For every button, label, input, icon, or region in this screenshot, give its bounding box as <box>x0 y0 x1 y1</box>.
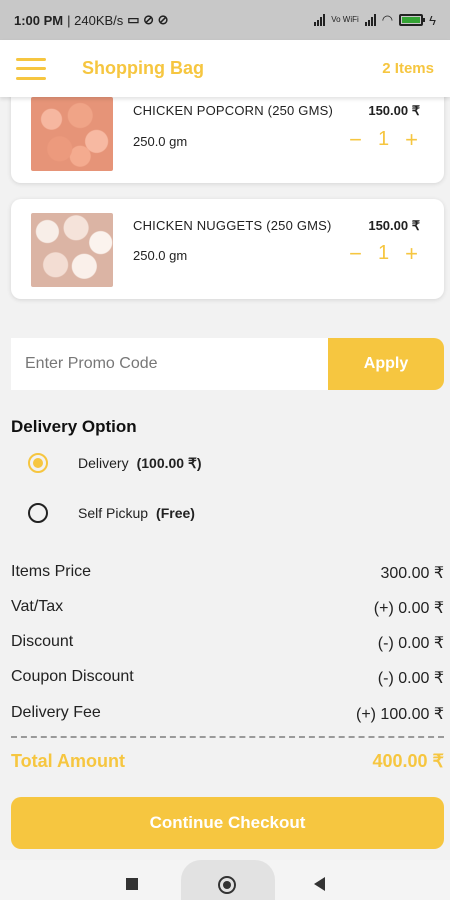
status-right: Vo WiFi ◠ ϟ <box>314 12 436 28</box>
increase-quantity-button[interactable]: + <box>405 128 418 151</box>
radio-selected-icon[interactable] <box>28 453 48 473</box>
product-image <box>31 97 113 171</box>
promo-code-section: Apply <box>11 338 444 390</box>
decrease-quantity-button[interactable]: − <box>349 242 362 265</box>
delivery-option-heading: Delivery Option <box>11 417 137 436</box>
delivery-option-self-pickup[interactable]: Self Pickup (Free) <box>28 503 195 523</box>
summary-value: (+) 0.00 ₹ <box>373 600 444 617</box>
home-icon[interactable] <box>218 876 236 894</box>
summary-value: (-) 0.00 ₹ <box>377 635 444 652</box>
product-name: CHICKEN NUGGETS (250 GMS) <box>133 218 332 233</box>
product-price: 150.00 ₹ <box>368 103 420 118</box>
charging-icon: ϟ <box>429 12 436 28</box>
promo-code-input[interactable] <box>11 338 328 390</box>
item-count: 2 Items <box>382 60 434 77</box>
cart-item-card: CHICKEN NUGGETS (250 GMS) 150.00 ₹ 250.0… <box>11 199 444 299</box>
summary-row-delivery-fee: Delivery Fee (+) 100.00 ₹ <box>11 704 444 724</box>
signal-icon <box>314 14 326 26</box>
summary-row-items-price: Items Price 300.00 ₹ <box>11 563 444 583</box>
summary-value: (+) 100.00 ₹ <box>355 706 444 723</box>
summary-row-discount: Discount (-) 0.00 ₹ <box>11 633 444 653</box>
system-nav-bar <box>0 860 450 900</box>
page-title: Shopping Bag <box>82 58 204 78</box>
total-value: 400.00 ₹ <box>372 751 444 771</box>
signal-icon-2 <box>364 14 376 26</box>
summary-label: Discount <box>11 633 74 650</box>
summary-value: 300.00 ₹ <box>380 565 444 582</box>
delivery-option-delivery[interactable]: Delivery (100.00 ₹) <box>28 453 202 473</box>
status-left: 1:00 PM | 240KB/s ▭ ⊘ ⊘ <box>14 12 169 28</box>
hamburger-menu-icon[interactable] <box>16 57 46 80</box>
quantity-stepper: − 1 + <box>349 128 418 151</box>
vowifi-label: Vo WiFi <box>331 15 359 24</box>
summary-label: Vat/Tax <box>11 598 64 615</box>
product-image <box>31 213 113 287</box>
product-price: 150.00 ₹ <box>368 218 420 233</box>
option-label: Self Pickup <box>78 505 149 521</box>
summary-label: Coupon Discount <box>11 668 134 685</box>
radio-unselected-icon[interactable] <box>28 503 48 523</box>
back-icon[interactable] <box>314 877 325 891</box>
product-name: CHICKEN POPCORN (250 GMS) <box>133 103 334 118</box>
total-label: Total Amount <box>11 751 125 771</box>
continue-checkout-button[interactable]: Continue Checkout <box>11 797 444 849</box>
summary-row-vat: Vat/Tax (+) 0.00 ₹ <box>11 598 444 618</box>
option-label: Delivery <box>78 455 129 471</box>
status-bar: 1:00 PM | 240KB/s ▭ ⊘ ⊘ Vo WiFi ◠ ϟ <box>0 0 450 40</box>
product-weight: 250.0 gm <box>133 248 188 263</box>
summary-label: Items Price <box>11 563 92 580</box>
quantity-value: 1 <box>378 242 390 264</box>
status-speed: | 240KB/s <box>67 12 124 28</box>
summary-value: (-) 0.00 ₹ <box>377 670 444 687</box>
wifi-icon: ◠ <box>381 12 394 27</box>
status-time: 1:00 PM <box>14 12 64 28</box>
summary-row-coupon-discount: Coupon Discount (-) 0.00 ₹ <box>11 668 444 688</box>
notification-icons: ▭ ⊘ ⊘ <box>127 12 169 27</box>
option-fee: (100.00 ₹) <box>136 454 202 471</box>
option-fee: (Free) <box>156 505 195 521</box>
summary-label: Delivery Fee <box>11 704 101 721</box>
total-amount-row: Total Amount 400.00 ₹ <box>11 751 444 772</box>
increase-quantity-button[interactable]: + <box>405 242 418 265</box>
recents-icon[interactable] <box>126 878 138 890</box>
quantity-value: 1 <box>378 128 390 150</box>
product-weight: 250.0 gm <box>133 134 188 149</box>
battery-icon <box>399 14 426 26</box>
decrease-quantity-button[interactable]: − <box>349 128 362 151</box>
quantity-stepper: − 1 + <box>349 242 418 265</box>
app-bar: Shopping Bag 2 Items <box>0 40 450 97</box>
summary-divider <box>11 736 444 738</box>
apply-promo-button[interactable]: Apply <box>328 338 444 390</box>
